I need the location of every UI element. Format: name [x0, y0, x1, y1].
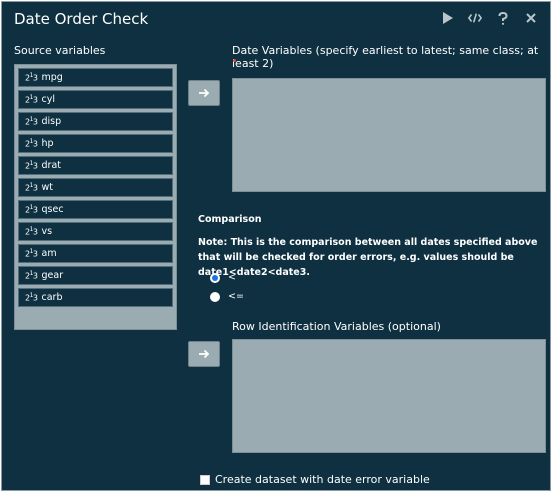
dialog-window: Date Order Check Source variables 213 mpg… [1, 1, 551, 491]
checkbox[interactable] [200, 474, 210, 485]
row-id-list[interactable] [232, 339, 546, 453]
numeric-icon: 213 [25, 182, 38, 193]
variable-label: drat [41, 160, 61, 171]
variable-label: disp [41, 116, 62, 127]
variable-label: am [41, 248, 57, 259]
radio-label: < [228, 272, 236, 283]
move-to-date-vars-button[interactable] [188, 80, 220, 106]
variable-label: mpg [41, 72, 63, 83]
numeric-icon: 213 [25, 72, 38, 83]
source-variables-label: Source variables [14, 44, 106, 57]
radio-button[interactable] [210, 272, 220, 283]
list-item[interactable]: 213 am [18, 244, 173, 263]
radio-label: <= [228, 291, 244, 302]
variable-label: vs [41, 226, 53, 237]
numeric-icon: 213 [25, 292, 38, 303]
list-item[interactable]: 213 hp [18, 134, 173, 153]
create-dataset-checkbox[interactable]: Create dataset with date error variable [200, 473, 430, 486]
arrow-right-icon [199, 349, 210, 359]
checkbox-label: Create dataset with date error variable [215, 473, 430, 486]
list-item[interactable]: 213 drat [18, 156, 173, 175]
required-indicator [233, 59, 236, 62]
list-item[interactable]: 213 wt [18, 178, 173, 197]
radio-less-equal[interactable]: <= [210, 291, 244, 302]
list-item[interactable]: 213 mpg [18, 68, 173, 87]
variable-label: wt [41, 182, 54, 193]
variable-label: carb [41, 292, 63, 303]
date-variables-label: Date Variables (specify earliest to late… [232, 44, 539, 70]
list-item[interactable]: 213 cyl [18, 90, 173, 109]
numeric-icon: 213 [25, 226, 38, 237]
variable-label: cyl [41, 94, 56, 105]
variable-label: hp [41, 138, 54, 149]
comparison-note: Note: This is the comparison between all… [198, 237, 538, 278]
radio-button[interactable] [210, 291, 220, 302]
date-variables-list[interactable] [232, 78, 546, 192]
play-icon[interactable] [440, 10, 454, 26]
code-icon[interactable] [468, 10, 482, 26]
list-item[interactable]: 213 disp [18, 112, 173, 131]
help-icon[interactable] [496, 10, 510, 26]
list-item[interactable]: 213 carb [18, 288, 173, 307]
comparison-title: Comparison [198, 214, 262, 225]
move-to-row-id-button[interactable] [188, 341, 220, 367]
row-id-label: Row Identification Variables (optional) [232, 320, 441, 333]
numeric-icon: 213 [25, 204, 38, 215]
dialog-title: Date Order Check [14, 10, 149, 28]
numeric-icon: 213 [25, 94, 38, 105]
arrow-right-icon [199, 88, 210, 98]
variable-label: qsec [41, 204, 64, 215]
list-item[interactable]: 213 gear [18, 266, 173, 285]
numeric-icon: 213 [25, 270, 38, 281]
list-item[interactable]: 213 qsec [18, 200, 173, 219]
radio-less-than[interactable]: < [210, 272, 236, 283]
numeric-icon: 213 [25, 160, 38, 171]
variable-label: gear [41, 270, 64, 281]
close-icon[interactable] [524, 10, 538, 26]
numeric-icon: 213 [25, 138, 38, 149]
toolbar [440, 10, 538, 26]
source-variables-list[interactable]: 213 mpg 213 cyl 213 disp 213 hp 213 drat 213 w… [14, 64, 177, 330]
numeric-icon: 213 [25, 116, 38, 127]
numeric-icon: 213 [25, 248, 38, 259]
list-item[interactable]: 213 vs [18, 222, 173, 241]
